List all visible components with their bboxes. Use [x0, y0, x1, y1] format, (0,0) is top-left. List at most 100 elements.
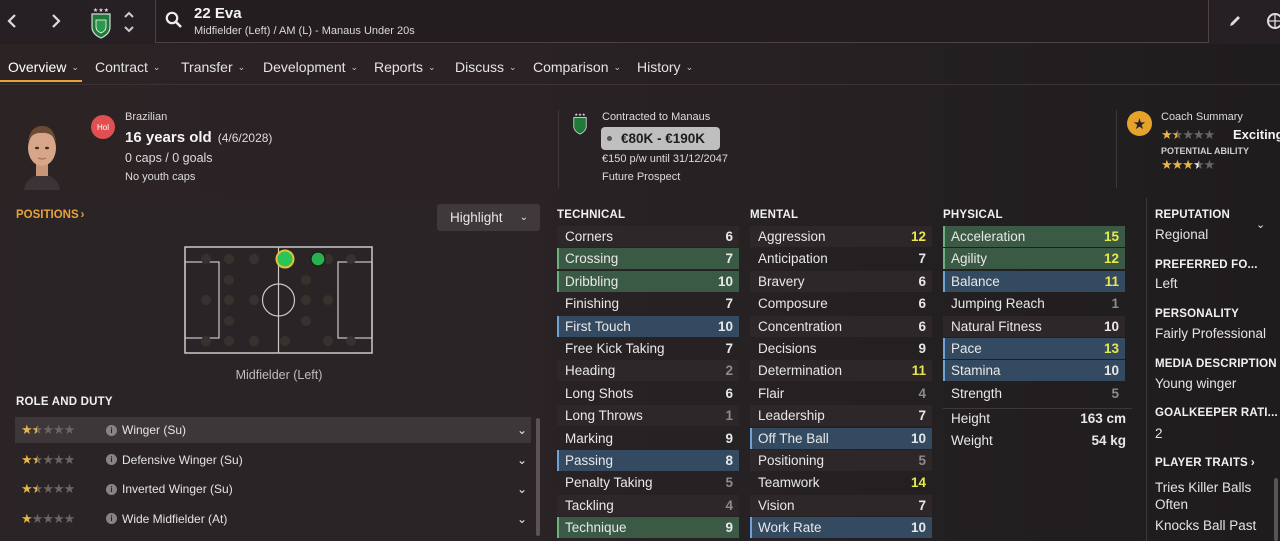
- attribute-row[interactable]: Flair 4: [750, 383, 932, 404]
- attribute-row[interactable]: Jumping Reach 1: [943, 293, 1125, 314]
- attribute-value: 13: [1103, 341, 1119, 356]
- highlight-dropdown[interactable]: Highlight ⌄: [437, 204, 540, 231]
- transfer-value-badge[interactable]: €80K - €190K: [601, 127, 720, 150]
- attribute-row[interactable]: Bravery 6: [750, 270, 932, 292]
- tab-reports[interactable]: Reports ⌄: [374, 59, 436, 75]
- coach-verdict: Exciting: [1233, 127, 1280, 142]
- tab-contract[interactable]: Contract ⌄: [95, 59, 160, 75]
- back-arrow-icon[interactable]: [0, 9, 24, 33]
- contract-wage: €150 p/w until 31/12/2047: [602, 153, 728, 165]
- tab-overview[interactable]: Overview ⌄: [8, 59, 79, 75]
- attribute-row[interactable]: Balance 11: [943, 270, 1125, 292]
- attribute-value: 10: [717, 273, 733, 289]
- attribute-name: Balance: [951, 273, 1000, 289]
- info-icon[interactable]: i: [106, 513, 117, 524]
- attribute-name: Determination: [758, 363, 843, 379]
- globe-icon[interactable]: [1266, 12, 1280, 33]
- attribute-row[interactable]: Vision 7: [750, 494, 932, 516]
- attribute-row[interactable]: Corners 6: [557, 226, 739, 247]
- player-switch-chevrons-icon[interactable]: [122, 8, 136, 36]
- attribute-row[interactable]: Composure 6: [750, 293, 932, 314]
- attribute-row[interactable]: Acceleration 15: [943, 226, 1125, 247]
- attribute-value: 15: [1103, 229, 1119, 244]
- role-name: Inverted Winger (Su): [122, 482, 233, 496]
- forward-arrow-icon[interactable]: [44, 9, 68, 33]
- attribute-name: Stamina: [951, 363, 1001, 379]
- attribute-row[interactable]: Decisions 9: [750, 338, 932, 359]
- info-icon[interactable]: i: [106, 424, 117, 436]
- attribute-row[interactable]: Determination 11: [750, 360, 932, 382]
- attribute-name: Dribbling: [565, 273, 619, 289]
- chevron-down-icon[interactable]: ⌄: [517, 453, 527, 467]
- attribute-name: Strength: [951, 385, 1003, 401]
- attribute-row[interactable]: Anticipation 7: [750, 248, 932, 269]
- attribute-row[interactable]: Passing 8: [557, 450, 739, 471]
- attribute-value: 14: [910, 475, 926, 491]
- attribute-row[interactable]: Work Rate 10: [750, 517, 932, 539]
- positions-link[interactable]: POSITIONS ›: [16, 209, 84, 221]
- attribute-row[interactable]: Marking 9: [557, 428, 739, 449]
- chevron-down-icon[interactable]: ⌄: [517, 512, 527, 526]
- attribute-row[interactable]: Agility 12: [943, 248, 1125, 270]
- attribute-name: Finishing: [565, 296, 620, 312]
- attribute-name: Pace: [951, 341, 982, 356]
- attribute-row[interactable]: Finishing 7: [557, 293, 739, 314]
- attribute-row[interactable]: Dribbling 10: [557, 270, 739, 292]
- attribute-row[interactable]: Penalty Taking 5: [557, 472, 739, 493]
- attribute-row[interactable]: Pace 13: [943, 338, 1125, 359]
- chevron-down-icon[interactable]: ⌄: [1256, 218, 1265, 231]
- tab-development[interactable]: Development ⌄: [263, 59, 358, 75]
- attribute-value: 5: [918, 453, 926, 468]
- search-icon[interactable]: [165, 11, 183, 32]
- attribute-row[interactable]: Concentration 6: [750, 315, 932, 337]
- attribute-row[interactable]: Technique 9: [557, 517, 739, 539]
- attribute-row[interactable]: Long Shots 6: [557, 383, 739, 404]
- attribute-row[interactable]: Crossing 7: [557, 248, 739, 270]
- attribute-row[interactable]: Strength 5: [943, 383, 1125, 404]
- attribute-name: Work Rate: [758, 520, 822, 536]
- tab-transfer[interactable]: Transfer ⌄: [181, 59, 245, 75]
- chevron-down-icon: ⌄: [509, 61, 517, 72]
- attribute-name: Flair: [758, 385, 785, 401]
- info-icon[interactable]: i: [106, 483, 117, 495]
- attribute-value: 10: [717, 318, 733, 334]
- role-row[interactable]: ★★★★★ i Winger (Su) ⌄: [15, 417, 531, 443]
- player-name-title: 22 Eva: [194, 5, 242, 22]
- scrollbar[interactable]: [536, 418, 540, 536]
- attribute-row[interactable]: Natural Fitness 10: [943, 315, 1125, 337]
- attribute-row[interactable]: Tackling 4: [557, 494, 739, 516]
- tab-discuss[interactable]: Discuss ⌄: [455, 59, 517, 75]
- trait-item: Tries Killer Balls Often: [1155, 480, 1252, 512]
- pitch-diagram[interactable]: [184, 246, 374, 357]
- tab-label: Development: [263, 59, 346, 75]
- chevron-down-icon[interactable]: ⌄: [517, 423, 527, 437]
- role-row[interactable]: ★★★★★ i Inverted Winger (Su) ⌄: [15, 476, 531, 502]
- player-traits-link[interactable]: PLAYER TRAITS ›: [1155, 457, 1255, 469]
- svg-text:★★★: ★★★: [93, 7, 109, 14]
- attribute-row[interactable]: Positioning 5: [750, 450, 932, 471]
- nation-badge[interactable]: Hol: [91, 115, 115, 139]
- tab-comparison[interactable]: Comparison ⌄: [533, 59, 621, 75]
- scrollbar[interactable]: [1274, 478, 1278, 541]
- role-row[interactable]: ★★★★★ i Defensive Winger (Su) ⌄: [15, 447, 531, 473]
- attribute-row[interactable]: First Touch 10: [557, 315, 739, 337]
- attribute-name: Marking: [565, 430, 614, 446]
- tab-history[interactable]: History ⌄: [637, 59, 693, 75]
- info-icon[interactable]: i: [106, 454, 117, 465]
- attribute-row[interactable]: Stamina 10: [943, 360, 1125, 382]
- attribute-row[interactable]: Long Throws 1: [557, 405, 739, 427]
- chevron-down-icon: ⌄: [237, 61, 246, 72]
- attribute-row[interactable]: Free Kick Taking 7: [557, 338, 739, 359]
- attribute-row[interactable]: Heading 2: [557, 360, 739, 382]
- attribute-row[interactable]: Leadership 7: [750, 405, 932, 427]
- edit-pencil-icon[interactable]: [1228, 14, 1242, 31]
- attribute-row[interactable]: Aggression 12: [750, 226, 932, 247]
- chevron-down-icon[interactable]: ⌄: [517, 482, 527, 496]
- attribute-value: 12: [910, 229, 926, 244]
- potential-ability-label: POTENTIAL ABILITY: [1161, 146, 1250, 156]
- role-row[interactable]: ★★★★★ i Wide Midfielder (At) ⌄: [15, 506, 531, 532]
- reputation-value: Regional: [1155, 227, 1209, 242]
- attribute-row[interactable]: Off The Ball 10: [750, 427, 932, 449]
- attribute-row[interactable]: Teamwork 14: [750, 472, 932, 493]
- attribute-name: Heading: [565, 363, 616, 379]
